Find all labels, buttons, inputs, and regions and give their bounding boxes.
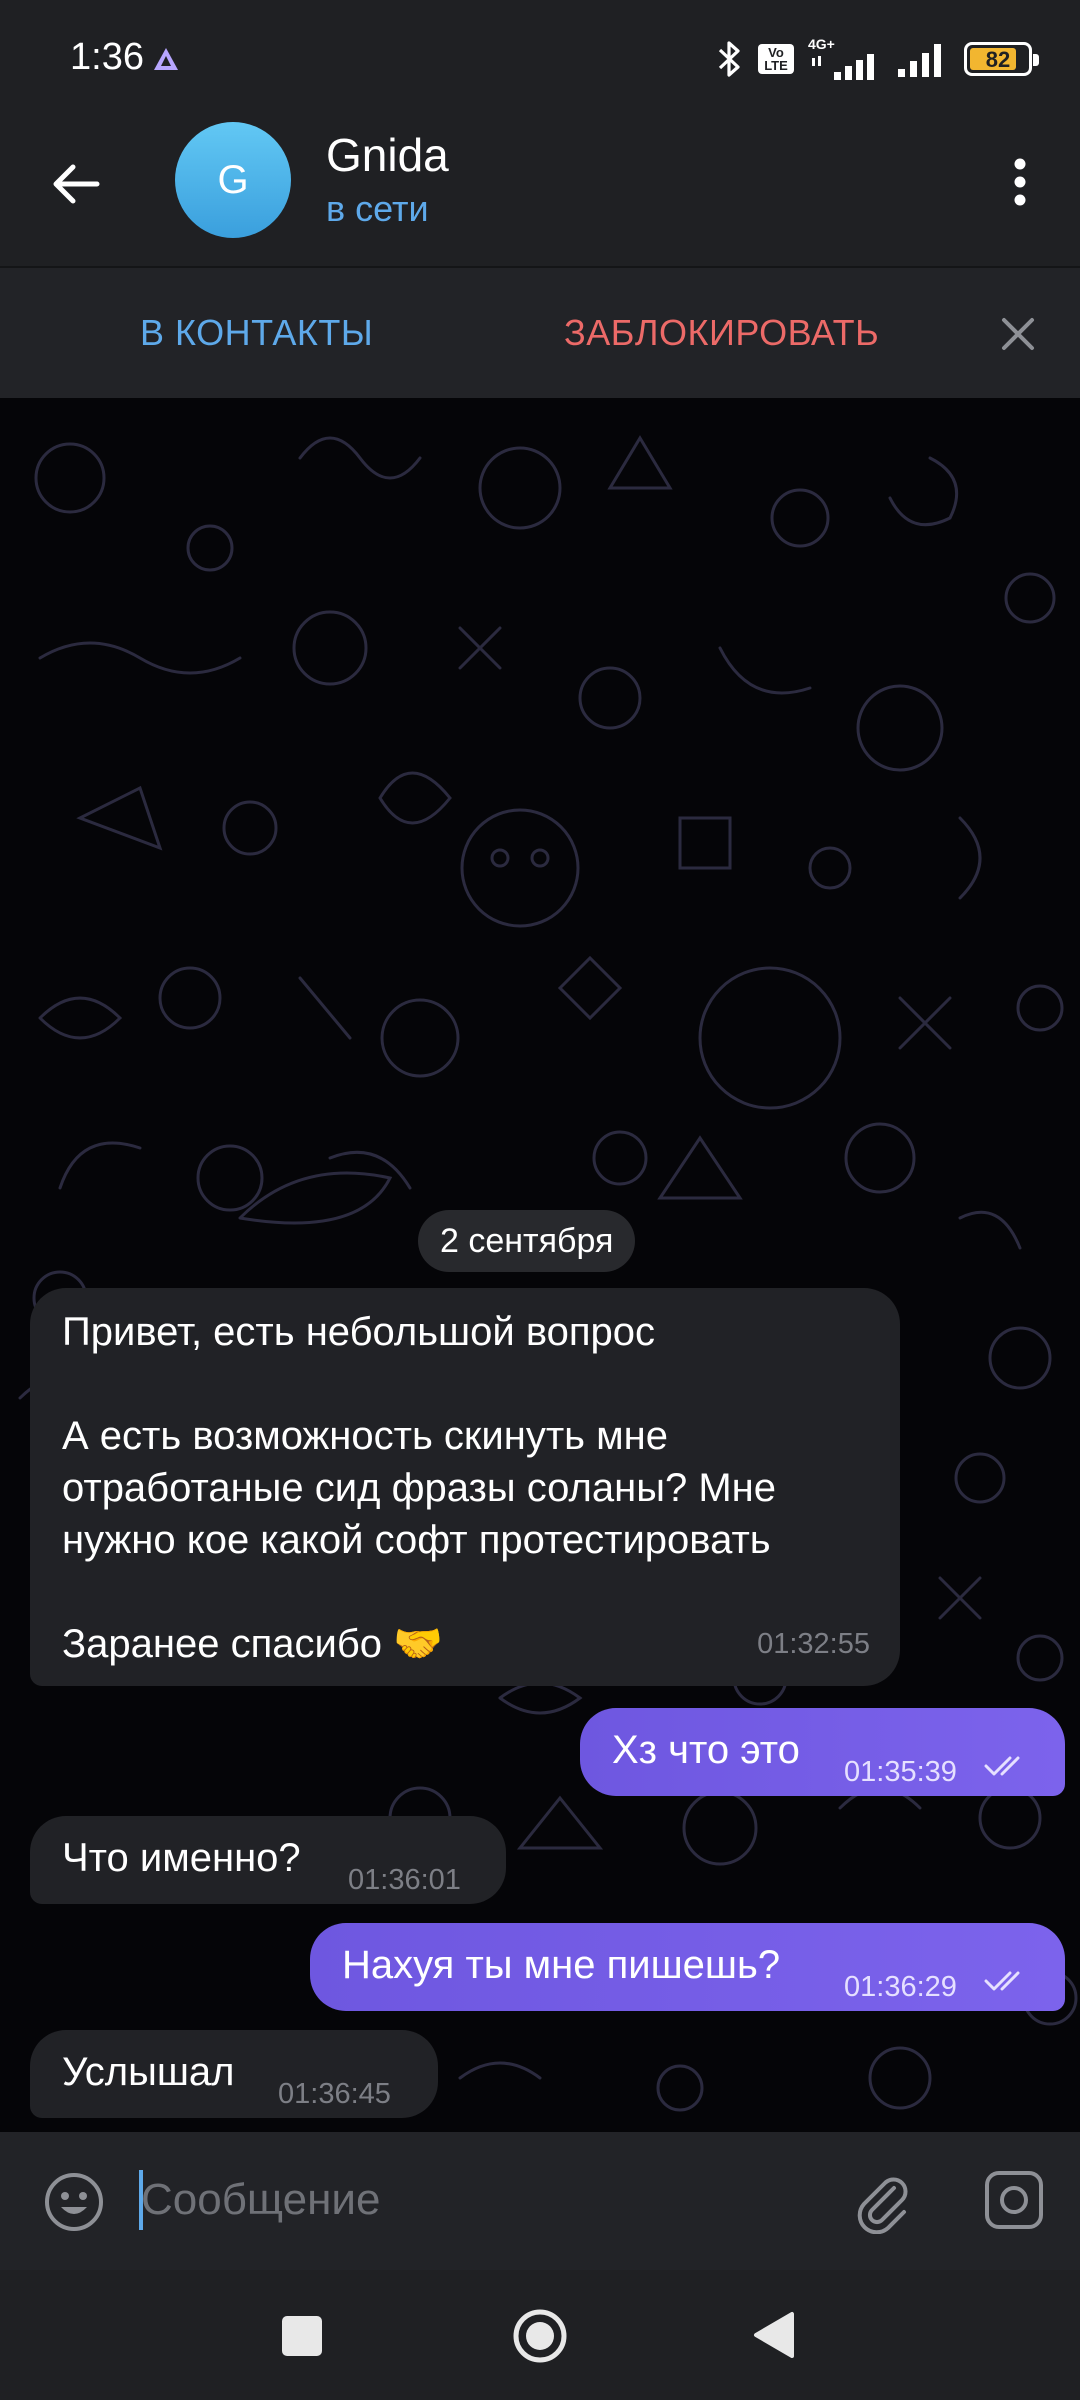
recents-button[interactable] [282,2316,322,2356]
system-navigation-bar [0,2270,1080,2400]
status-bar: 1:36 Vo LTE 4G+ 82 [0,0,1080,118]
status-icons: Vo LTE 4G+ 82 [714,34,1039,84]
bluetooth-icon [718,41,740,77]
more-vertical-icon [1014,158,1026,206]
paperclip-icon[interactable] [848,2166,916,2234]
message-incoming[interactable]: Что именно? 01:36:01 [30,1816,506,1904]
camera-icon[interactable] [980,2166,1048,2234]
message-composer [0,2132,1080,2270]
contact-action-bar: В КОНТАКТЫ ЗАБЛОКИРОВАТЬ [0,266,1080,398]
battery-icon: 82 [964,42,1039,76]
message-time: 01:36:45 [278,2078,391,2110]
more-options-button[interactable] [984,146,1056,218]
close-action-bar-button[interactable] [986,302,1050,366]
home-button[interactable] [512,2308,568,2364]
read-checkmarks-icon [984,1756,1020,1776]
signal-icon [898,44,941,77]
message-input[interactable] [141,2162,821,2238]
notification-app-icon [154,48,178,70]
date-separator: 2 сентября [418,1210,636,1272]
signal-4g-icon: 4G+ [808,36,874,80]
message-incoming[interactable]: Привет, есть небольшой вопрос А есть воз… [30,1288,900,1686]
chat-header: G Gnida в сети [0,118,1080,266]
battery-tip [1033,54,1039,66]
message-outgoing[interactable]: Хз что это 01:35:39 [580,1708,1065,1796]
message-time: 01:35:39 [844,1756,957,1788]
message-time: 01:32:55 [757,1628,870,1660]
telegram-chat-screen: 1:36 Vo LTE 4G+ 82 G Gnida в сети В КОНТ… [0,0,1080,2400]
emoji-icon[interactable] [40,2168,108,2236]
volte-icon: Vo LTE [758,44,794,74]
message-time: 01:36:01 [348,1864,461,1896]
contact-name[interactable]: Gnida [326,128,449,182]
message-incoming[interactable]: Услышал 01:36:45 [30,2030,438,2118]
message-text: Привет, есть небольшой вопрос А есть воз… [62,1310,776,1666]
network-type-label: 4G+ [808,36,835,52]
contact-status: в сети [326,188,429,229]
message-text: Услышал [62,2050,235,2094]
battery-level: 82 [985,47,1011,72]
chat-messages-area[interactable]: 2 сентября Привет, есть небольшой вопрос… [0,398,1080,2132]
message-text: Что именно? [62,1836,301,1880]
message-text: Хз что это [612,1728,800,1772]
arrow-left-icon [53,164,100,204]
message-text: Нахуя ты мне пишешь? [342,1943,781,1987]
block-user-button[interactable]: ЗАБЛОКИРОВАТЬ [564,312,879,354]
avatar[interactable]: G [175,122,291,238]
status-time: 1:36 [70,36,144,78]
add-to-contacts-button[interactable]: В КОНТАКТЫ [140,312,373,354]
back-button[interactable] [40,148,112,220]
message-time: 01:36:29 [844,1971,957,2003]
close-icon [1002,318,1034,350]
system-back-button[interactable] [752,2310,796,2360]
read-checkmarks-icon [984,1971,1020,1991]
message-outgoing[interactable]: Нахуя ты мне пишешь? 01:36:29 [310,1923,1065,2011]
